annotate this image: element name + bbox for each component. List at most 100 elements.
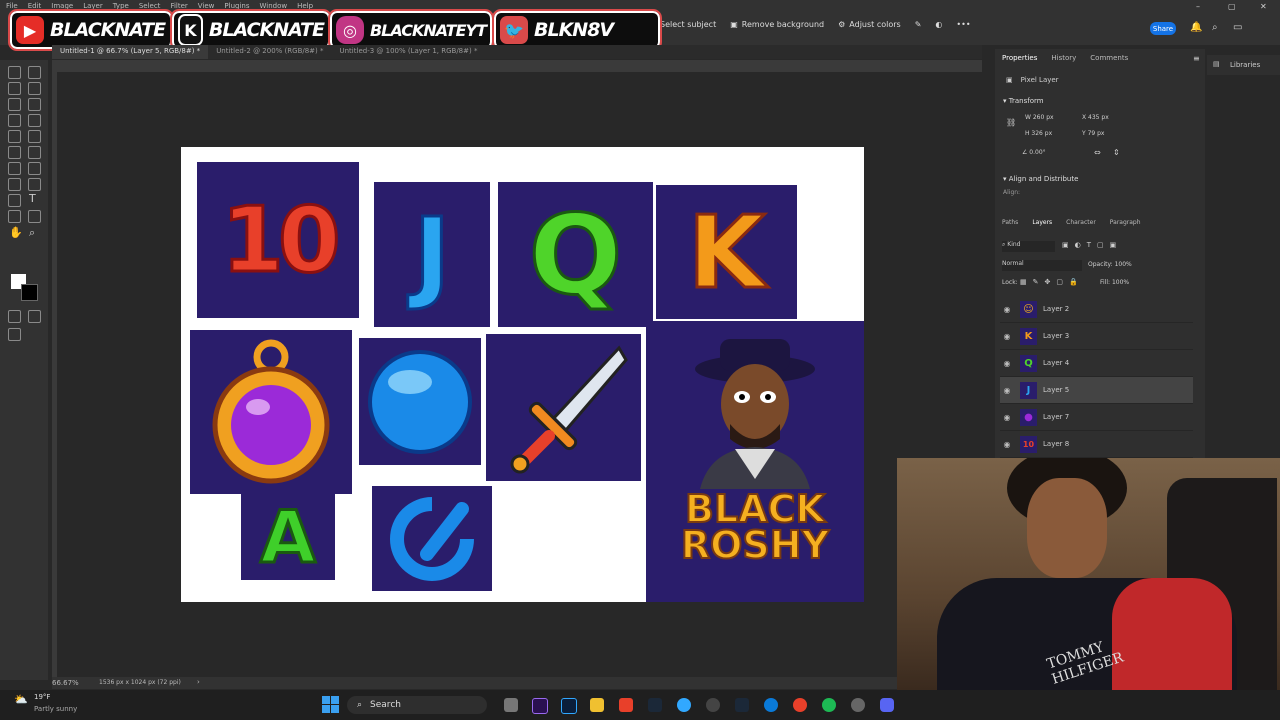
adjust-colors-button[interactable]: ⚙ Adjust colors bbox=[838, 20, 901, 29]
eye-icon[interactable]: ◉ bbox=[1000, 332, 1014, 341]
tab-character[interactable]: Character bbox=[1066, 219, 1096, 226]
zoom-level[interactable]: 66.67% bbox=[52, 679, 79, 687]
layer-row[interactable]: ◉ Q Layer 4 bbox=[1000, 350, 1193, 377]
taskbar-search[interactable]: ⌕ Search bbox=[347, 696, 487, 714]
minimize-icon[interactable]: – bbox=[1196, 2, 1200, 11]
history-brush-icon[interactable] bbox=[8, 146, 21, 159]
workspace-icon[interactable]: ▭ bbox=[1233, 22, 1242, 33]
edit-toolbar-icon[interactable] bbox=[8, 328, 21, 341]
windows-start-icon[interactable] bbox=[322, 696, 339, 713]
select-subject-button[interactable]: Select subject bbox=[660, 20, 716, 29]
libraries-panel[interactable]: ▤ Libraries bbox=[1207, 55, 1280, 75]
bell-icon[interactable]: 🔔 bbox=[1190, 22, 1202, 33]
eye-icon[interactable]: ◉ bbox=[1000, 359, 1014, 368]
lock-icons[interactable]: ▦✎✥▢🔒 bbox=[1020, 278, 1084, 286]
tab-paragraph[interactable]: Paragraph bbox=[1110, 219, 1141, 226]
layer-row[interactable]: ◉ 10 Layer 8 bbox=[1000, 431, 1193, 458]
steam-icon[interactable] bbox=[735, 698, 749, 712]
tab-paths[interactable]: Paths bbox=[1002, 219, 1018, 226]
tab-layers[interactable]: Layers bbox=[1032, 219, 1052, 226]
layer-thumbnail: Q bbox=[1020, 354, 1037, 372]
eye-icon[interactable]: ◉ bbox=[1000, 413, 1014, 422]
obs-icon[interactable] bbox=[706, 698, 720, 712]
share-button[interactable]: Share bbox=[1150, 22, 1176, 35]
flip-horizontal-icon[interactable]: ⇔ bbox=[1094, 148, 1101, 157]
x-field[interactable]: X 435 px bbox=[1082, 114, 1109, 121]
tab-untitled-1[interactable]: Untitled-1 @ 66.7% (Layer 5, RGB/8#) * bbox=[52, 45, 209, 59]
angle-field[interactable]: ∠ 0.00° bbox=[1022, 149, 1046, 156]
path-select-icon[interactable] bbox=[8, 194, 21, 207]
tab-untitled-2[interactable]: Untitled-2 @ 200% (RGB/8#) * bbox=[208, 45, 331, 59]
chrome-icon[interactable] bbox=[793, 698, 807, 712]
link-icon[interactable]: ⛓ bbox=[1006, 118, 1016, 127]
file-explorer-icon[interactable] bbox=[590, 698, 604, 712]
half-circle-icon[interactable]: ◐ bbox=[935, 20, 942, 29]
edge-icon[interactable] bbox=[764, 698, 778, 712]
artboard-tool-icon[interactable] bbox=[28, 66, 41, 79]
eyedropper-icon[interactable] bbox=[8, 114, 21, 127]
premiere-icon[interactable] bbox=[532, 698, 548, 714]
quick-mask-icon[interactable] bbox=[8, 310, 21, 323]
layer-row[interactable]: ◉ ● Layer 7 bbox=[1000, 404, 1193, 431]
panel-menu-icon[interactable]: ≡ bbox=[1193, 54, 1200, 63]
zoom-tool-icon[interactable]: ⌕ bbox=[29, 226, 35, 240]
transform-title[interactable]: ▾ Transform bbox=[1003, 97, 1044, 105]
lasso-tool-icon[interactable] bbox=[8, 82, 21, 95]
remove-background-button[interactable]: ▣ Remove background bbox=[730, 20, 824, 29]
flip-vertical-icon[interactable]: ⇕ bbox=[1113, 148, 1120, 157]
photoshop-icon[interactable] bbox=[561, 698, 577, 714]
brush-tool-icon[interactable] bbox=[8, 130, 21, 143]
crop-tool-icon[interactable] bbox=[8, 98, 21, 111]
settings-icon[interactable] bbox=[851, 698, 865, 712]
kind-filter[interactable]: ⌕ Kind bbox=[1002, 241, 1055, 252]
type-tool-icon[interactable]: T bbox=[29, 192, 36, 205]
pen-tool-icon[interactable] bbox=[28, 178, 41, 191]
y-field[interactable]: Y 79 px bbox=[1082, 130, 1104, 137]
task-view-icon[interactable] bbox=[504, 698, 518, 712]
document-canvas[interactable]: 10 J Q K BLACK ROSHY A bbox=[181, 147, 864, 602]
eye-icon[interactable]: ◉ bbox=[1000, 305, 1014, 314]
more-icon[interactable]: ••• bbox=[956, 20, 970, 29]
tab-untitled-3[interactable]: Untitled-3 @ 100% (Layer 1, RGB/8#) * bbox=[332, 45, 486, 59]
blend-mode-select[interactable]: Normal bbox=[1002, 260, 1082, 271]
move-tool-icon[interactable] bbox=[8, 66, 21, 79]
layer-row-selected[interactable]: ◉ J Layer 5 bbox=[1000, 377, 1193, 404]
eye-icon[interactable]: ◉ bbox=[1000, 386, 1014, 395]
search-icon[interactable]: ⌕ bbox=[1212, 22, 1218, 33]
eraser-icon[interactable] bbox=[28, 146, 41, 159]
discord-icon[interactable] bbox=[880, 698, 894, 712]
hand-tool-icon[interactable]: ✋ bbox=[9, 226, 23, 239]
align-title[interactable]: ▾ Align and Distribute bbox=[1003, 175, 1078, 183]
eye-icon[interactable]: ◉ bbox=[1000, 440, 1014, 449]
tab-comments[interactable]: Comments bbox=[1090, 54, 1128, 62]
chevron-right-icon[interactable]: › bbox=[197, 678, 200, 686]
layer-filter-icons[interactable]: ▣◐T▢▣ bbox=[1062, 241, 1122, 249]
dodge-icon[interactable] bbox=[8, 178, 21, 191]
close-icon[interactable]: ✕ bbox=[1260, 2, 1267, 11]
tab-history[interactable]: History bbox=[1051, 54, 1076, 62]
fill-field[interactable]: Fill: 100% bbox=[1100, 279, 1129, 286]
layer-row[interactable]: ◉ ☺ Layer 2 bbox=[1000, 296, 1193, 323]
stamp-tool-icon[interactable] bbox=[28, 130, 41, 143]
weather-icon[interactable]: ⛅ bbox=[14, 693, 28, 706]
gradient-icon[interactable] bbox=[8, 162, 21, 175]
steam-icon[interactable] bbox=[648, 698, 662, 712]
app-icon[interactable] bbox=[677, 698, 691, 712]
tab-properties[interactable]: Properties bbox=[1002, 54, 1037, 62]
shape-tool-icon[interactable] bbox=[28, 210, 41, 223]
spotify-icon[interactable] bbox=[822, 698, 836, 712]
direct-select-icon[interactable] bbox=[8, 210, 21, 223]
opacity-field[interactable]: Opacity: 100% bbox=[1088, 261, 1132, 268]
app-icon[interactable] bbox=[619, 698, 633, 712]
screen-mode-icon[interactable] bbox=[28, 310, 41, 323]
spot-heal-icon[interactable] bbox=[28, 114, 41, 127]
brush-icon[interactable]: ✎ bbox=[915, 20, 922, 29]
blur-icon[interactable] bbox=[28, 162, 41, 175]
frame-tool-icon[interactable] bbox=[28, 98, 41, 111]
magic-wand-icon[interactable] bbox=[28, 82, 41, 95]
layer-row[interactable]: ◉ K Layer 3 bbox=[1000, 323, 1193, 350]
background-color[interactable] bbox=[21, 284, 38, 301]
width-field[interactable]: W 260 px bbox=[1025, 114, 1054, 121]
height-field[interactable]: H 326 px bbox=[1025, 130, 1052, 137]
maximize-icon[interactable]: ▢ bbox=[1228, 2, 1236, 11]
